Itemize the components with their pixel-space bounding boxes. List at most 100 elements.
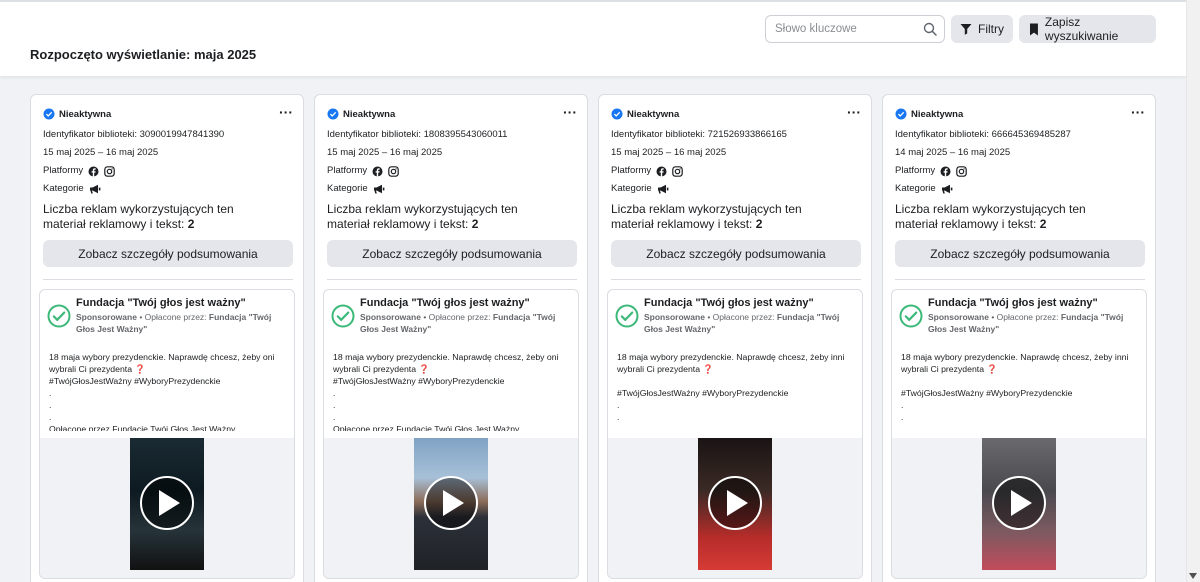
ad-media[interactable] <box>40 438 294 578</box>
filters-label: Filtry <box>978 22 1004 36</box>
status-label: Nieaktywna <box>343 108 396 120</box>
blue-check-icon <box>327 108 339 120</box>
megaphone-icon <box>657 184 669 194</box>
date-range: 15 maj 2025 – 16 maj 2025 <box>43 147 159 158</box>
play-icon[interactable] <box>992 476 1046 530</box>
see-summary-details-button[interactable]: Zobacz szczegóły podsumowania <box>611 240 861 267</box>
play-icon[interactable] <box>708 476 762 530</box>
see-summary-details-button[interactable]: Zobacz szczegóły podsumowania <box>327 240 577 267</box>
categories-label: Kategorie <box>895 183 936 194</box>
date-range: 15 maj 2025 – 16 maj 2025 <box>611 147 727 158</box>
categories-row: Kategorie <box>327 180 575 198</box>
ad-sponsored-line: Sponsorowane • Opłacone przez: Fundacja … <box>76 312 272 334</box>
ad-media[interactable] <box>608 438 862 578</box>
more-options-icon[interactable]: ··· <box>279 105 293 119</box>
page-title: Rozpoczęto wyświetlanie: maja 2025 <box>30 47 257 62</box>
platforms-row: Platformy <box>327 162 575 180</box>
video-thumbnail[interactable] <box>414 438 488 570</box>
divider <box>327 279 577 280</box>
library-id: Identyfikator biblioteki: 72152693386616… <box>611 129 787 140</box>
video-thumbnail[interactable] <box>982 438 1056 570</box>
more-options-icon[interactable]: ··· <box>563 105 577 119</box>
ad-count-value: 2 <box>187 217 195 231</box>
library-id: Identyfikator biblioteki: 30900199478413… <box>43 129 225 140</box>
library-id: Identyfikator biblioteki: 18083955430600… <box>327 129 508 140</box>
instagram-icon <box>956 165 967 177</box>
see-summary-details-button[interactable]: Zobacz szczegóły podsumowania <box>895 240 1145 267</box>
ad-count-value: 2 <box>755 217 763 231</box>
platforms-label: Platformy <box>327 165 368 176</box>
more-options-icon[interactable]: ··· <box>847 105 861 119</box>
filter-icon <box>960 24 972 35</box>
ad-sponsored-line: Sponsorowane • Opłacone przez: Fundacja … <box>644 312 840 334</box>
ad-body-text: 18 maja wybory prezydenckie. Naprawdę ch… <box>49 352 275 431</box>
scroll-down-arrow-icon[interactable] <box>1189 573 1197 579</box>
ad-page-name[interactable]: Fundacja "Twój głos jest ważny" <box>928 297 1138 310</box>
page-logo-icon[interactable] <box>899 304 923 328</box>
platforms-row: Platformy <box>611 162 859 180</box>
platforms-label: Platformy <box>43 165 84 176</box>
instagram-icon <box>104 165 115 177</box>
blue-check-icon <box>611 108 623 120</box>
ad-page-name[interactable]: Fundacja "Twój głos jest ważny" <box>360 297 570 310</box>
play-icon[interactable] <box>140 476 194 530</box>
status-label: Nieaktywna <box>59 108 112 120</box>
ad-preview: Fundacja "Twój głos jest ważny" Sponsoro… <box>607 289 863 579</box>
ad-page-name[interactable]: Fundacja "Twój głos jest ważny" <box>76 297 286 310</box>
facebook-icon <box>372 166 383 176</box>
date-range: 15 maj 2025 – 16 maj 2025 <box>327 147 443 158</box>
categories-label: Kategorie <box>43 183 84 194</box>
ad-media[interactable] <box>324 438 578 578</box>
page-logo-icon[interactable] <box>615 304 639 328</box>
ad-body-text: 18 maja wybory prezydenckie. Naprawdę ch… <box>617 352 845 431</box>
status-label: Nieaktywna <box>911 108 964 120</box>
library-id: Identyfikator biblioteki: 66664536948528… <box>895 129 1071 140</box>
ad-count-text: Liczba reklam wykorzystujących ten mater… <box>611 202 802 231</box>
date-range: 14 maj 2025 – 16 maj 2025 <box>895 147 1011 158</box>
platforms-row: Platformy <box>895 162 1143 180</box>
ad-card: Nieaktywna ··· Identyfikator biblioteki:… <box>882 94 1156 582</box>
divider <box>895 279 1145 280</box>
ad-body-text: 18 maja wybory prezydenckie. Naprawdę ch… <box>901 352 1129 431</box>
more-options-icon[interactable]: ··· <box>1131 105 1145 119</box>
ad-count-text: Liczba reklam wykorzystujących ten mater… <box>327 202 518 231</box>
instagram-icon <box>672 165 683 177</box>
ad-count-text: Liczba reklam wykorzystujących ten mater… <box>895 202 1086 231</box>
facebook-icon <box>656 166 667 176</box>
ad-count-value: 2 <box>1039 217 1047 231</box>
save-search-button[interactable]: Zapisz wyszukiwanie <box>1019 15 1156 43</box>
ad-body-text: 18 maja wybory prezydenckie. Naprawdę ch… <box>333 352 559 431</box>
ad-count-text: Liczba reklam wykorzystujących ten mater… <box>43 202 234 231</box>
search-input[interactable] <box>766 16 916 42</box>
ad-sponsored-line: Sponsorowane • Opłacone przez: Fundacja … <box>360 312 556 334</box>
video-thumbnail[interactable] <box>698 438 772 570</box>
categories-row: Kategorie <box>895 180 1143 198</box>
ad-media[interactable] <box>892 438 1146 578</box>
divider <box>611 279 861 280</box>
search-box[interactable] <box>765 15 945 43</box>
blue-check-icon <box>43 108 55 120</box>
megaphone-icon <box>373 184 385 194</box>
top-bar: Rozpoczęto wyświetlanie: maja 2025 Filtr… <box>0 0 1186 76</box>
ad-page-name[interactable]: Fundacja "Twój głos jest ważny" <box>644 297 854 310</box>
page-logo-icon[interactable] <box>47 304 71 328</box>
ad-count-value: 2 <box>471 217 479 231</box>
categories-label: Kategorie <box>327 183 368 194</box>
platforms-row: Platformy <box>43 162 291 180</box>
see-summary-details-button[interactable]: Zobacz szczegóły podsumowania <box>43 240 293 267</box>
video-thumbnail[interactable] <box>130 438 204 570</box>
ad-card: Nieaktywna ··· Identyfikator biblioteki:… <box>598 94 872 582</box>
categories-row: Kategorie <box>611 180 859 198</box>
instagram-icon <box>388 165 399 177</box>
filters-button[interactable]: Filtry <box>951 15 1013 43</box>
search-icon[interactable] <box>923 22 937 36</box>
facebook-icon <box>88 166 99 176</box>
bookmark-icon <box>1029 23 1038 35</box>
megaphone-icon <box>941 184 953 194</box>
status-label: Nieaktywna <box>627 108 680 120</box>
platforms-label: Platformy <box>611 165 652 176</box>
play-icon[interactable] <box>424 476 478 530</box>
ad-preview: Fundacja "Twój głos jest ważny" Sponsoro… <box>323 289 579 579</box>
scrollbar[interactable] <box>1186 0 1200 582</box>
page-logo-icon[interactable] <box>331 304 355 328</box>
